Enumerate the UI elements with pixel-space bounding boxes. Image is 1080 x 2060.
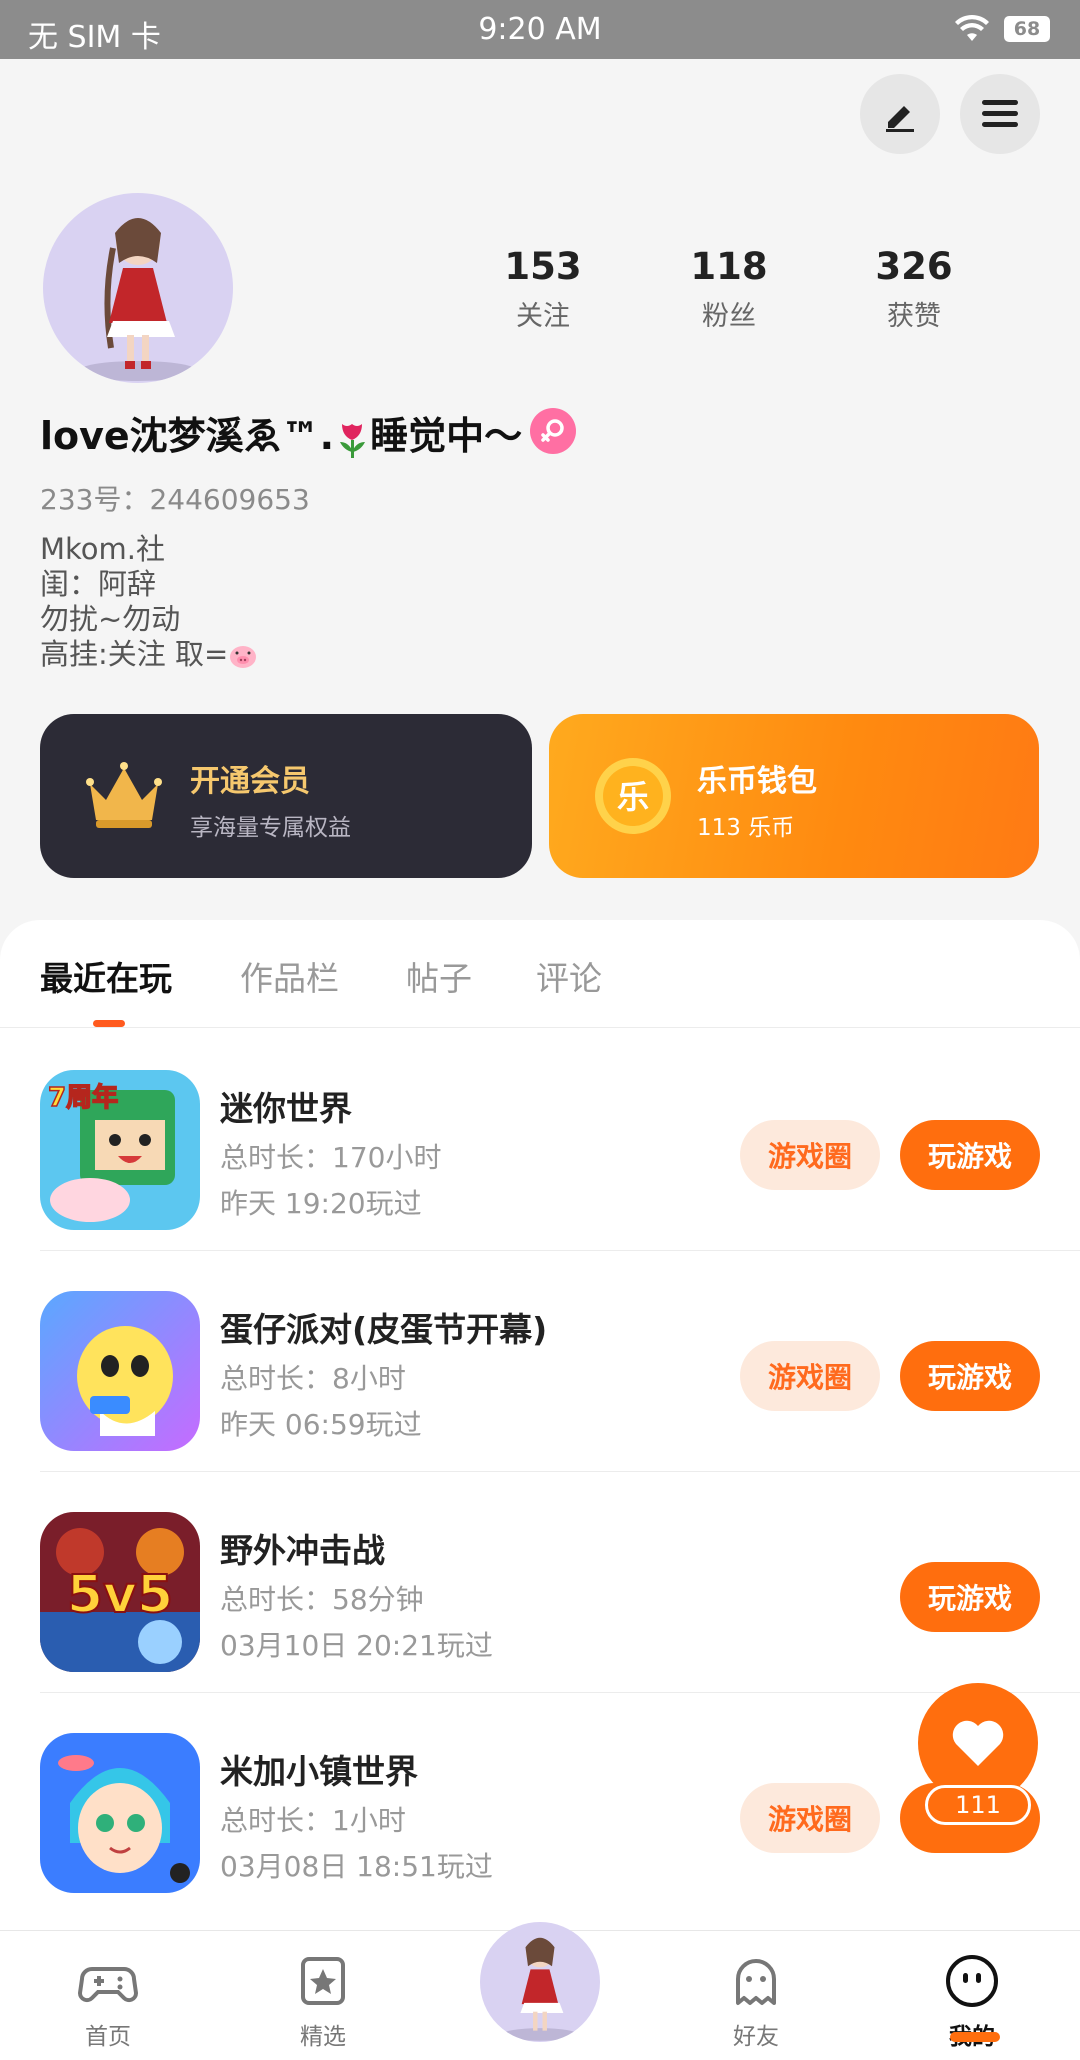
avatar-character-image: [78, 218, 198, 381]
like-count-badge: 111: [925, 1785, 1031, 1825]
crown-icon: [86, 762, 162, 828]
female-gender-badge: [530, 408, 576, 454]
tulip-icon: [340, 423, 366, 458]
stat-following[interactable]: 153 关注: [463, 245, 623, 333]
game-last-played: 03月08日 18:51玩过: [220, 1850, 493, 1883]
heart-icon: [952, 1720, 1004, 1766]
wallet-balance: 113 乐币: [697, 815, 795, 841]
nickname-prefix: love沈梦溪ゑ™.: [40, 414, 335, 458]
game-duration: 总时长：1小时: [220, 1804, 406, 1837]
user-id: 233号：244609653: [40, 483, 310, 516]
wallet-card-title: 乐币钱包: [697, 764, 817, 799]
bio-line: 闺：阿辞: [40, 567, 157, 601]
game-last-played: 昨天 06:59玩过: [220, 1408, 422, 1441]
stat-value: 153: [504, 245, 582, 288]
status-bar: 无 SIM 卡 9:20 AM 68: [0, 0, 1080, 59]
stat-likes[interactable]: 326 获赞: [834, 245, 994, 333]
vip-membership-card[interactable]: 开通会员 享海量专属权益: [40, 714, 532, 878]
smiley-icon: [946, 1955, 998, 2007]
game-duration: 总时长：170小时: [220, 1141, 442, 1174]
nickname-suffix: 睡觉中～: [370, 414, 523, 458]
gamepad-icon: [77, 1967, 139, 2003]
game-circle-button[interactable]: 游戏圈: [740, 1341, 880, 1411]
game-circle-button[interactable]: 游戏圈: [740, 1120, 880, 1190]
active-nav-indicator: [950, 2032, 1000, 2042]
game-name: 野外冲击战: [220, 1531, 385, 1570]
game-name: 蛋仔派对(皮蛋节开幕): [220, 1310, 548, 1349]
bio-line: 勿扰~勿动: [40, 602, 181, 636]
game-icon-miga-town: [40, 1733, 200, 1893]
bio: Mkom.社 闺：阿辞 勿扰~勿动 高挂:关注 取=: [40, 532, 258, 672]
game-item-eggy-party[interactable]: 蛋仔派对(皮蛋节开幕) 总时长：8小时 昨天 06:59玩过 游戏圈 玩游戏: [0, 1251, 1080, 1472]
hamburger-icon: [982, 100, 1018, 127]
pig-face-icon: [230, 646, 257, 668]
stat-label: 关注: [516, 301, 570, 332]
tab-comments[interactable]: 评论: [536, 952, 602, 1000]
content-panel: 最近在玩 作品栏 帖子 评论 7周年 迷你世界 总时长：170小时 昨天 19:…: [0, 920, 1080, 2060]
female-icon: [541, 419, 564, 442]
vip-card-subtitle: 享海量专属权益: [190, 815, 351, 841]
menu-button[interactable]: [960, 74, 1040, 154]
coin-icon: 乐: [595, 758, 671, 834]
game-icon-wild-assault: 5v5: [40, 1512, 200, 1672]
stat-label: 获赞: [887, 301, 941, 332]
pen-icon: [886, 106, 914, 132]
game-icon-mini-world: 7周年: [40, 1070, 200, 1230]
tab-bar: 最近在玩 作品栏 帖子 评论: [0, 920, 1080, 1028]
game-circle-button[interactable]: 游戏圈: [740, 1783, 880, 1853]
game-duration: 总时长：58分钟: [220, 1583, 424, 1616]
nav-label: 好友: [733, 2024, 779, 2050]
wifi-icon: [955, 14, 989, 41]
icon-text: 7周年: [48, 1082, 118, 1113]
game-name: 迷你世界: [220, 1089, 352, 1128]
stat-followers[interactable]: 118 粉丝: [649, 245, 809, 333]
star-bookmark-icon: [301, 1957, 345, 2005]
tab-posts[interactable]: 帖子: [406, 952, 472, 1000]
nav-label: 首页: [85, 2024, 131, 2050]
wallet-card[interactable]: 乐 乐币钱包 113 乐币: [549, 714, 1039, 878]
battery-indicator: 68: [1004, 16, 1050, 42]
game-item-miga-town[interactable]: 米加小镇世界 总时长：1小时 03月08日 18:51玩过 游戏圈: [0, 1693, 1080, 1914]
nickname: love沈梦溪ゑ™. 睡觉中～: [40, 405, 522, 460]
avatar[interactable]: [43, 193, 233, 383]
tab-recently-played[interactable]: 最近在玩: [40, 952, 172, 1000]
avatar-character-image: [502, 1937, 578, 2041]
nav-friends[interactable]: 好友: [696, 1953, 816, 2051]
game-last-played: 03月10日 20:21玩过: [220, 1629, 493, 1662]
ghost-icon: [736, 1959, 776, 2005]
game-name: 米加小镇世界: [220, 1752, 418, 1791]
nav-avatar-button[interactable]: [480, 1922, 600, 2042]
play-game-button[interactable]: 玩游戏: [900, 1120, 1040, 1190]
clock: 9:20 AM: [478, 12, 602, 47]
tab-works[interactable]: 作品栏: [240, 952, 339, 1000]
icon-text: 5v5: [67, 1565, 173, 1625]
bio-line: 高挂:关注 取=: [40, 637, 229, 671]
play-game-button[interactable]: 玩游戏: [900, 1562, 1040, 1632]
game-duration: 总时长：8小时: [220, 1362, 406, 1395]
stat-label: 粉丝: [702, 301, 756, 332]
play-game-button[interactable]: 玩游戏: [900, 1341, 1040, 1411]
game-last-played: 昨天 19:20玩过: [220, 1187, 422, 1220]
vip-card-title: 开通会员: [190, 764, 310, 799]
active-tab-indicator: [93, 1020, 125, 1027]
stat-value: 326: [875, 245, 953, 288]
nav-label: 精选: [300, 2024, 346, 2050]
coin-char: 乐: [617, 778, 649, 816]
bio-line: Mkom.社: [40, 532, 165, 566]
nav-home[interactable]: 首页: [48, 1953, 168, 2051]
edit-profile-button[interactable]: [860, 74, 940, 154]
nav-featured[interactable]: 精选: [263, 1953, 383, 2051]
game-item-mini-world[interactable]: 7周年 迷你世界 总时长：170小时 昨天 19:20玩过 游戏圈 玩游戏: [0, 1030, 1080, 1251]
stat-value: 118: [690, 245, 768, 288]
game-item-wild-assault[interactable]: 5v5 野外冲击战 总时长：58分钟 03月10日 20:21玩过 玩游戏: [0, 1472, 1080, 1693]
game-icon-eggy-party: [40, 1291, 200, 1451]
